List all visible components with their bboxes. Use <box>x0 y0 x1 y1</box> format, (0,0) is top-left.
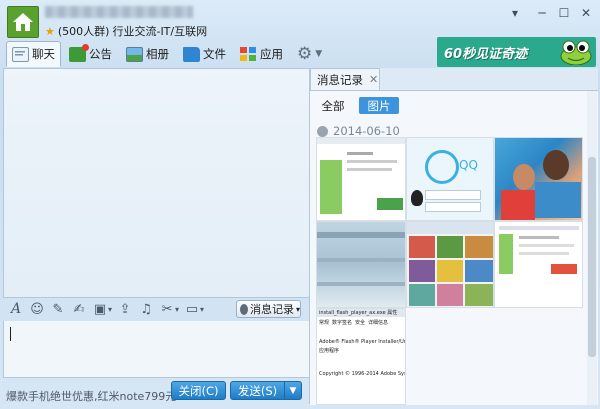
upload-icon[interactable]: ⇪ <box>117 301 133 317</box>
scissors-icon[interactable]: ✂ <box>159 301 175 317</box>
screen-dropdown-icon[interactable]: ▾ <box>200 305 204 314</box>
thumb-line: Adobe® Flash® Player Installer/Uninstall… <box>319 339 405 345</box>
close-window-button[interactable]: ✕ <box>576 3 596 23</box>
tab-album-label: 相册 <box>146 47 169 61</box>
group-subtitle: ★ (500人群) 行业交流-IT/互联网 <box>45 23 207 39</box>
tab-album[interactable]: 相册 <box>120 41 175 67</box>
group-avatar[interactable] <box>7 6 39 38</box>
close-button[interactable]: 关闭(C) <box>171 381 226 400</box>
album-icon <box>126 46 143 62</box>
chat-window: ★ (500人群) 行业交流-IT/互联网 ▾ ─ ☐ ✕ 聊天 公告 相册 文… <box>0 0 600 409</box>
file-properties-thumbnail[interactable]: install_flash_player_ax.exe 属性 常规 数字签名 安… <box>316 308 406 405</box>
clock-icon <box>317 125 328 137</box>
image-thumbnail[interactable] <box>406 221 494 308</box>
dropdown-icon[interactable]: ▾ <box>505 3 525 23</box>
thumb-tab: 安全 <box>355 320 366 326</box>
image-thumbnail[interactable] <box>316 221 406 308</box>
apps-icon <box>240 46 257 62</box>
scrollbar[interactable] <box>587 91 597 405</box>
filter-images[interactable]: 图片 <box>359 97 399 114</box>
frog-mascot-icon <box>560 40 592 65</box>
chat-icon <box>12 46 29 62</box>
tab-history[interactable]: 消息记录 ✕ <box>310 68 380 90</box>
maximize-button[interactable]: ☐ <box>554 3 574 23</box>
star-icon: ★ <box>45 24 55 38</box>
history-panel: 消息记录 ✕ 全部 图片 2014-06-10 QQ install_flash… <box>309 68 598 405</box>
chevron-down-icon: ▼ <box>315 49 323 59</box>
house-icon <box>13 13 33 31</box>
date-label: 2014-06-10 <box>333 124 400 138</box>
clock-icon <box>240 303 248 315</box>
history-tab-label: 消息记录 <box>317 72 363 87</box>
announcement-icon <box>69 43 89 62</box>
image-icon[interactable]: ▣ <box>92 301 108 317</box>
send-options-button[interactable]: ▼ <box>284 381 302 400</box>
settings-menu[interactable]: ⚙ ▼ <box>291 41 328 67</box>
window-header: ★ (500人群) 行业交流-IT/互联网 ▾ ─ ☐ ✕ 聊天 公告 相册 文… <box>0 0 600 70</box>
thumb-line: 应用程序 <box>319 348 340 354</box>
scissors-dropdown-icon[interactable]: ▾ <box>175 305 179 314</box>
image-thumbnail[interactable] <box>494 137 583 221</box>
emoji-icon[interactable]: ☺ <box>29 301 45 317</box>
history-date: 2014-06-10 <box>317 124 400 138</box>
screen-icon[interactable]: ▭ <box>184 301 200 317</box>
image-thumbnail[interactable]: QQ <box>406 137 494 221</box>
image-thumbnail[interactable] <box>316 137 406 221</box>
thumb-tab: 数字签名 <box>332 320 353 326</box>
minimize-button[interactable]: ─ <box>532 3 552 23</box>
thumb-line: Copyright © 1996-2014 Adobe Systems Inc <box>319 371 405 377</box>
thumb-tab: 常规 <box>319 320 330 326</box>
member-count: (500人群) <box>57 25 110 38</box>
group-category[interactable]: 行业交流-IT/互联网 <box>112 23 207 39</box>
feature-tabs: 聊天 公告 相册 文件 应用 ⚙ ▼ <box>6 41 328 67</box>
promo-banner[interactable]: 60秒见证奇迹 <box>437 37 596 67</box>
send-button[interactable]: 发送(S) <box>230 381 285 400</box>
folder-icon <box>183 46 200 62</box>
tab-files[interactable]: 文件 <box>177 41 232 67</box>
banner-text: 60秒见证奇迹 <box>444 46 528 62</box>
ad-text[interactable]: 爆款手机绝世优惠,红米note799元 <box>6 388 176 404</box>
image-dropdown-icon[interactable]: ▾ <box>108 305 112 314</box>
message-input[interactable] <box>3 321 310 378</box>
chevron-down-icon: ▾ <box>295 304 300 314</box>
music-icon[interactable]: ♫ <box>138 301 154 317</box>
close-icon[interactable]: ✕ <box>369 73 378 86</box>
font-icon[interactable]: A <box>8 301 24 317</box>
tab-chat[interactable]: 聊天 <box>6 41 61 67</box>
tab-apps-label: 应用 <box>260 47 283 61</box>
message-area[interactable] <box>3 68 310 298</box>
group-name-blurred <box>45 6 193 18</box>
history-body: 全部 图片 2014-06-10 QQ install_flash_player… <box>310 90 598 405</box>
text-caret <box>10 327 11 341</box>
history-button-label: 消息记录 <box>249 303 294 316</box>
thumb-title: install_flash_player_ax.exe 属性 <box>317 309 405 317</box>
history-button[interactable]: 消息记录 ▾ <box>236 300 301 318</box>
magic-icon[interactable]: ✎ <box>50 301 66 317</box>
tab-apps[interactable]: 应用 <box>234 41 289 67</box>
image-thumbnail[interactable] <box>494 221 583 308</box>
scrollbar-thumb[interactable] <box>588 157 596 357</box>
qq-text: QQ <box>459 158 478 172</box>
tab-chat-label: 聊天 <box>32 47 55 61</box>
gear-icon: ⚙ <box>297 44 313 64</box>
thumb-tab: 详细信息 <box>368 320 389 326</box>
tab-announcement-label: 公告 <box>89 47 112 61</box>
tab-files-label: 文件 <box>203 47 226 61</box>
edit-icon[interactable]: ✍ <box>71 301 87 317</box>
filter-all[interactable]: 全部 <box>318 97 348 114</box>
tab-announcement[interactable]: 公告 <box>63 41 118 67</box>
